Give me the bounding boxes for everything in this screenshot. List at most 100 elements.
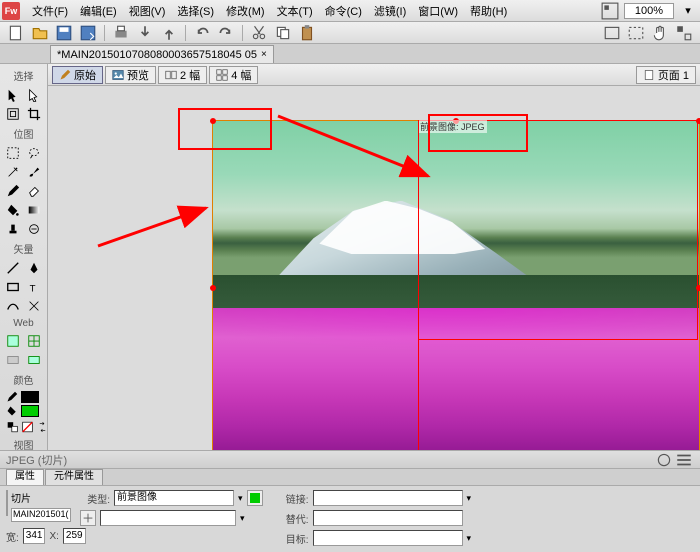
zoom-level[interactable]: 100%: [624, 3, 674, 19]
slice-heading: 切片: [11, 490, 71, 505]
gradient-tool[interactable]: [24, 201, 44, 219]
import-icon[interactable]: [135, 24, 155, 42]
tab-symbol-properties[interactable]: 元件属性: [45, 469, 103, 485]
show-slice-tool[interactable]: [24, 351, 44, 369]
undo-icon[interactable]: [192, 24, 212, 42]
slice-tool[interactable]: [24, 332, 44, 350]
alt-field[interactable]: [313, 510, 463, 526]
target-dropdown-icon[interactable]: ▾: [467, 533, 472, 544]
document-tab-title: *MAIN2015010708080003657518045 05: [57, 49, 257, 61]
bucket-tool[interactable]: [3, 201, 23, 219]
slice-thumb[interactable]: [6, 490, 8, 516]
line-tool[interactable]: [3, 259, 23, 277]
save-as-icon[interactable]: [78, 24, 98, 42]
canvas-viewport[interactable]: 前景图像: JPEG: [48, 86, 700, 450]
menu-file[interactable]: 文件(F): [26, 3, 74, 19]
new-icon[interactable]: [6, 24, 26, 42]
type-dropdown-icon[interactable]: ▾: [238, 493, 243, 504]
preview-view-button[interactable]: 预览: [105, 66, 156, 84]
page-indicator[interactable]: 页面 1: [636, 66, 696, 84]
properties-panel: JPEG (切片) 属性 元件属性 切片 MAIN201501( 宽: 341 …: [0, 450, 700, 540]
slice-color-swatch[interactable]: [247, 490, 263, 506]
default-colors-icon[interactable]: [6, 420, 19, 433]
menu-modify[interactable]: 修改(M): [220, 3, 271, 19]
export-settings-icon[interactable]: [80, 510, 96, 526]
pointer-tool[interactable]: [3, 86, 23, 104]
subselect-tool[interactable]: [24, 86, 44, 104]
fit-canvas-icon[interactable]: [602, 24, 622, 42]
rectangle-tool[interactable]: [3, 278, 23, 296]
link-label: 链接:: [279, 491, 309, 506]
menu-select[interactable]: 选择(S): [171, 3, 220, 19]
section-colors-label: 颜色: [0, 370, 47, 389]
menu-window[interactable]: 窗口(W): [412, 3, 464, 19]
marquee-tool[interactable]: [3, 144, 23, 162]
four-up-button[interactable]: 4 幅: [209, 66, 258, 84]
crop-tool[interactable]: [24, 105, 44, 123]
menu-view[interactable]: 视图(V): [123, 3, 172, 19]
workspace-switcher[interactable]: [600, 2, 620, 20]
stroke-color[interactable]: [21, 391, 39, 403]
hotspot-tool[interactable]: [3, 332, 23, 350]
section-vector-label: 矢量: [0, 239, 47, 258]
document-tab-close[interactable]: ×: [261, 49, 267, 60]
tab-properties[interactable]: 属性: [6, 469, 44, 485]
scale-tool[interactable]: [3, 105, 23, 123]
freeform-tool[interactable]: [3, 297, 23, 315]
target-field[interactable]: [313, 530, 463, 546]
section-select-label: 选择: [0, 66, 47, 85]
cut-icon[interactable]: [249, 24, 269, 42]
text-tool[interactable]: T: [24, 278, 44, 296]
original-view-button[interactable]: 原始: [52, 66, 103, 84]
menu-edit[interactable]: 编辑(E): [74, 3, 123, 19]
replace-color-tool[interactable]: [24, 220, 44, 238]
eraser-tool[interactable]: [24, 182, 44, 200]
type-select[interactable]: 前景图像: [114, 490, 234, 506]
stamp-tool[interactable]: [3, 220, 23, 238]
paste-icon[interactable]: [297, 24, 317, 42]
menu-filters[interactable]: 滤镜(I): [368, 3, 412, 19]
stroke-swatch-icon: [6, 391, 18, 403]
menu-commands[interactable]: 命令(C): [319, 3, 368, 19]
hide-slice-tool[interactable]: [3, 351, 23, 369]
panel-menu-icon[interactable]: [674, 451, 694, 469]
knife-tool[interactable]: [24, 297, 44, 315]
canvas-area[interactable]: 原始 预览 2 幅 4 幅 页面 1: [48, 64, 700, 450]
menu-help[interactable]: 帮助(H): [464, 3, 513, 19]
width-field[interactable]: 341: [23, 528, 46, 544]
zoom-dropdown-icon[interactable]: ▾: [678, 2, 698, 20]
menu-text[interactable]: 文本(T): [271, 3, 319, 19]
save-icon[interactable]: [54, 24, 74, 42]
page-label: 页面 1: [658, 67, 689, 83]
fill-color[interactable]: [21, 405, 39, 417]
link-dropdown-icon[interactable]: ▾: [467, 493, 472, 504]
tool-sidebar: 选择 位图 矢量 T Web: [0, 64, 48, 450]
mode-icon[interactable]: [674, 24, 694, 42]
export-settings-field[interactable]: [100, 510, 236, 526]
wand-tool[interactable]: [3, 163, 23, 181]
two-up-button[interactable]: 2 幅: [158, 66, 207, 84]
slice-name-field[interactable]: MAIN201501(: [11, 508, 71, 522]
brush-tool[interactable]: [24, 163, 44, 181]
copy-icon[interactable]: [273, 24, 293, 42]
properties-title: JPEG (切片): [6, 452, 67, 468]
link-field[interactable]: [313, 490, 463, 506]
no-color-icon[interactable]: [21, 420, 34, 433]
pencil-tool[interactable]: [3, 182, 23, 200]
hand-tool-icon[interactable]: [650, 24, 670, 42]
print-icon[interactable]: [111, 24, 131, 42]
pen-tool[interactable]: [24, 259, 44, 277]
redo-icon[interactable]: [216, 24, 236, 42]
two-up-label: 2 幅: [180, 67, 200, 83]
fit-selection-icon[interactable]: [626, 24, 646, 42]
four-up-icon: [216, 69, 228, 81]
document-tab[interactable]: *MAIN2015010708080003657518045 05 ×: [50, 45, 274, 63]
document-tab-bar: *MAIN2015010708080003657518045 05 ×: [0, 44, 700, 64]
open-icon[interactable]: [30, 24, 50, 42]
options-toolbar: [0, 22, 700, 44]
section-bitmap-label: 位图: [0, 124, 47, 143]
lasso-tool[interactable]: [24, 144, 44, 162]
export-dropdown-icon[interactable]: ▾: [240, 513, 245, 524]
optimize-settings-icon[interactable]: [654, 451, 674, 469]
export-icon[interactable]: [159, 24, 179, 42]
